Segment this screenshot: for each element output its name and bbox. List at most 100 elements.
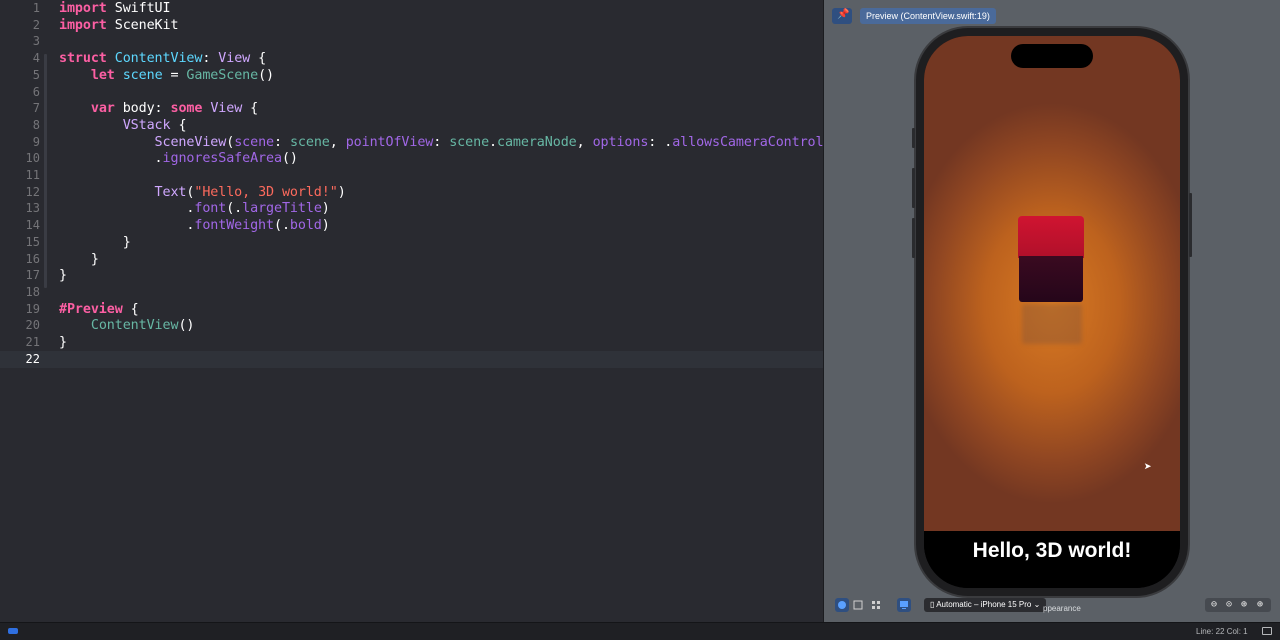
build-status-icon[interactable]: [8, 628, 18, 634]
line-number[interactable]: 21: [0, 334, 40, 351]
code-text[interactable]: import SceneKit: [59, 17, 179, 34]
zoom-out-icon[interactable]: ⊖: [1207, 598, 1221, 612]
pin-preview-button[interactable]: 📌: [832, 8, 852, 24]
scene-view[interactable]: [924, 36, 1180, 531]
line-number[interactable]: 14: [0, 217, 40, 234]
zoom-actual-icon[interactable]: ⊕: [1237, 598, 1251, 612]
line-number[interactable]: 2: [0, 17, 40, 34]
code-token: ,: [329, 134, 346, 150]
line-number[interactable]: 7: [0, 100, 40, 117]
code-line[interactable]: 1 import SwiftUI: [0, 0, 823, 17]
line-number[interactable]: 20: [0, 317, 40, 334]
line-number[interactable]: 10: [0, 150, 40, 167]
code-text[interactable]: }: [59, 234, 131, 251]
code-token: {: [122, 301, 139, 317]
line-number[interactable]: 9: [0, 134, 40, 151]
code-text[interactable]: Text("Hello, 3D world!"): [59, 184, 346, 201]
fold-ribbon[interactable]: [44, 120, 47, 255]
device-picker[interactable]: ▯ Automatic – iPhone 15 Pro ⌄: [924, 598, 1047, 612]
code-text[interactable]: ContentView(): [59, 317, 195, 334]
line-number[interactable]: 12: [0, 184, 40, 201]
code-text[interactable]: VStack {: [59, 117, 187, 134]
code-token: import: [59, 17, 107, 33]
code-token: Text: [154, 184, 187, 200]
code-text[interactable]: #Preview {: [59, 301, 139, 318]
code-line[interactable]: 9 SceneView(scene: scene, pointOfView: s…: [0, 134, 823, 151]
line-number[interactable]: 16: [0, 251, 40, 268]
code-text[interactable]: }: [59, 334, 67, 351]
code-line[interactable]: 13 .font(.largeTitle): [0, 200, 823, 217]
code-line[interactable]: 12 Text("Hello, 3D world!"): [0, 184, 823, 201]
code-text[interactable]: }: [59, 251, 99, 268]
device-screen[interactable]: Hello, 3D world!: [924, 36, 1180, 588]
zoom-in-icon[interactable]: ⊕: [1253, 598, 1267, 612]
code-text[interactable]: }: [59, 267, 67, 284]
volume-up-button: [912, 168, 915, 208]
live-mode-button[interactable]: [835, 598, 849, 612]
code-line[interactable]: 14 .fontWeight(.bold): [0, 217, 823, 234]
code-line[interactable]: 10 .ignoresSafeArea(): [0, 150, 823, 167]
line-number[interactable]: 6: [0, 84, 40, 101]
code-line[interactable]: 4 struct ContentView: View {: [0, 50, 823, 67]
code-line[interactable]: 6: [0, 84, 823, 101]
code-token: ignoresSafeArea: [162, 151, 283, 167]
code-editor[interactable]: 1 import SwiftUI 2 import SceneKit 3 4 struct …: [0, 0, 823, 622]
cursor-select-icon: [853, 600, 863, 610]
play-icon: [838, 601, 846, 609]
code-line[interactable]: 15 }: [0, 234, 823, 251]
line-number[interactable]: 19: [0, 301, 40, 318]
code-text[interactable]: .font(.largeTitle): [59, 200, 329, 217]
preview-canvas[interactable]: 📌 Preview (ContentView.swift:19) Hello, …: [824, 0, 1280, 622]
code-line[interactable]: 20 ContentView(): [0, 317, 823, 334]
line-number[interactable]: 11: [0, 167, 40, 184]
code-line[interactable]: 8 VStack {: [0, 117, 823, 134]
code-line[interactable]: 3: [0, 33, 823, 50]
line-number[interactable]: 15: [0, 234, 40, 251]
code-token: pointOfView: [345, 134, 434, 150]
line-number[interactable]: 13: [0, 200, 40, 217]
line-number[interactable]: 4: [0, 50, 40, 67]
code-text[interactable]: import SwiftUI: [59, 0, 171, 17]
code-text[interactable]: .ignoresSafeArea(): [59, 150, 298, 167]
code-token: import: [59, 1, 107, 16]
code-line[interactable]: 17}: [0, 267, 823, 284]
zoom-fit-icon[interactable]: ⊙: [1222, 598, 1236, 612]
code-line[interactable]: 7 var body: some View {: [0, 100, 823, 117]
code-text[interactable]: .fontWeight(.bold): [59, 217, 329, 234]
variants-button[interactable]: [869, 598, 883, 612]
selectable-mode-button[interactable]: [851, 598, 865, 612]
line-number[interactable]: 5: [0, 67, 40, 84]
code-text[interactable]: struct ContentView: View {: [59, 50, 266, 67]
line-number[interactable]: 8: [0, 117, 40, 134]
code-token: {: [242, 101, 259, 117]
code-token: GameScene: [186, 67, 259, 83]
line-number[interactable]: 3: [0, 33, 40, 50]
code-line[interactable]: 16 }: [0, 251, 823, 268]
code-line[interactable]: 5 let scene = GameScene(): [0, 67, 823, 84]
line-number[interactable]: 1: [0, 0, 40, 17]
code-line[interactable]: 18: [0, 284, 823, 301]
code-token: fontWeight: [194, 218, 274, 234]
code-line[interactable]: 19 #Preview {: [0, 301, 823, 318]
preview-title-chip[interactable]: Preview (ContentView.swift:19): [860, 8, 996, 24]
code-text[interactable]: let scene = GameScene(): [59, 67, 274, 84]
code-token: (: [226, 134, 235, 150]
line-number[interactable]: 18: [0, 284, 40, 301]
code-text[interactable]: var body: some View {: [59, 100, 258, 117]
code-line[interactable]: 22: [0, 350, 823, 368]
device-settings-button[interactable]: [897, 598, 911, 612]
code-line[interactable]: 11: [0, 167, 823, 184]
grid-icon: [872, 601, 880, 609]
line-number[interactable]: 22: [0, 351, 40, 368]
code-line[interactable]: 2 import SceneKit: [0, 17, 823, 34]
code-token: SceneKit: [106, 17, 179, 33]
panel-toggle-icon[interactable]: [1262, 627, 1272, 635]
code-text[interactable]: SceneView(scene: scene, pointOfView: sce…: [59, 134, 823, 151]
line-number[interactable]: 17: [0, 267, 40, 284]
code-token: body:: [114, 101, 171, 117]
code-line[interactable]: 21}: [0, 334, 823, 351]
